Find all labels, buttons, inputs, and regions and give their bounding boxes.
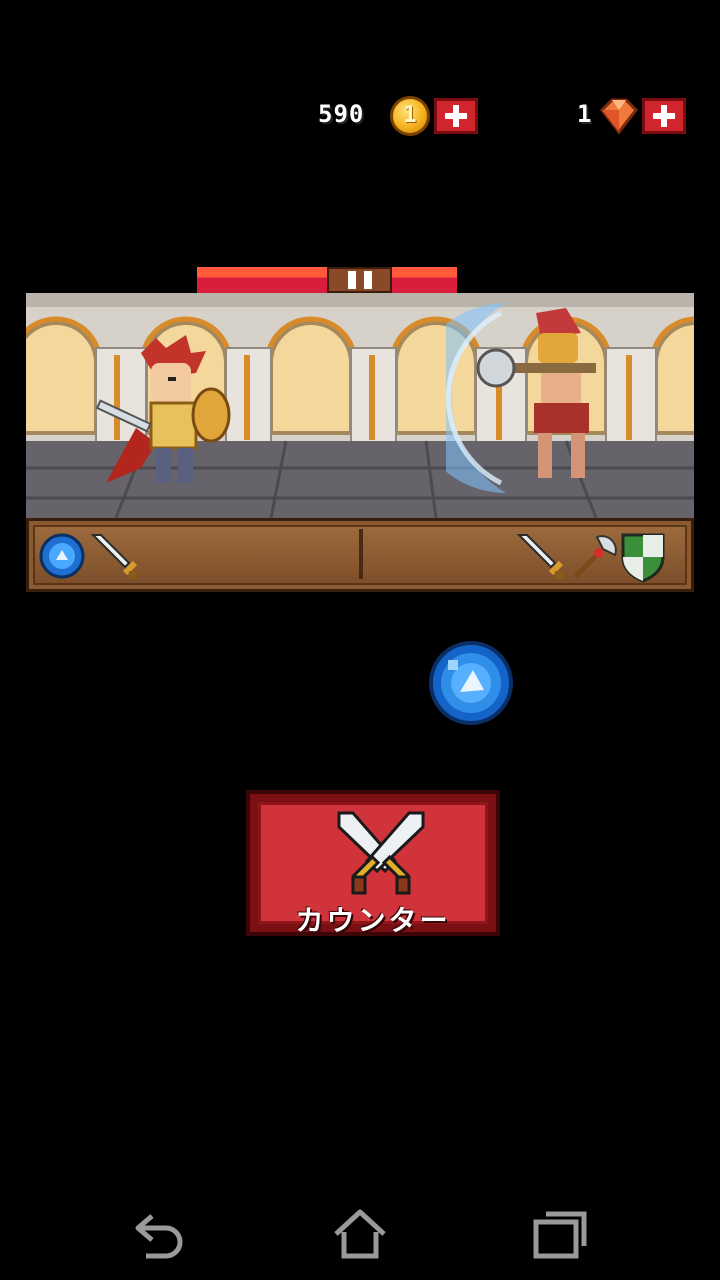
hero-character — [96, 335, 231, 483]
gem-count: 1 — [577, 100, 593, 128]
add-coins-button[interactable] — [434, 98, 478, 134]
plus-icon — [653, 105, 675, 127]
player-hp — [197, 267, 327, 293]
gem-icon — [600, 98, 638, 135]
counter-button[interactable]: カウンター — [246, 790, 500, 937]
back-icon[interactable] — [132, 1206, 188, 1262]
enemy-hp — [392, 267, 457, 293]
sword-icon — [516, 534, 564, 579]
skill-status-bar — [26, 518, 694, 592]
coin-icon: 1 — [390, 96, 430, 136]
water-orb-icon — [39, 533, 85, 579]
pause-icon — [347, 271, 356, 289]
recent-apps-icon[interactable] — [532, 1206, 588, 1262]
axe-icon — [573, 535, 617, 579]
coin-count: 590 — [318, 100, 365, 128]
hp-bar — [197, 267, 457, 293]
status-divider — [359, 529, 363, 579]
home-icon[interactable] — [332, 1206, 388, 1262]
crossed-swords-icon — [337, 811, 425, 895]
counter-button-label: カウンター — [295, 904, 451, 937]
add-gems-button[interactable] — [642, 98, 686, 134]
battle-scene — [26, 293, 694, 518]
plus-icon — [445, 105, 467, 127]
water-orb-token[interactable] — [428, 640, 514, 726]
shield-icon — [621, 533, 665, 583]
sword-icon — [90, 534, 138, 579]
pause-button[interactable] — [327, 267, 392, 293]
enemy-character — [446, 303, 596, 493]
